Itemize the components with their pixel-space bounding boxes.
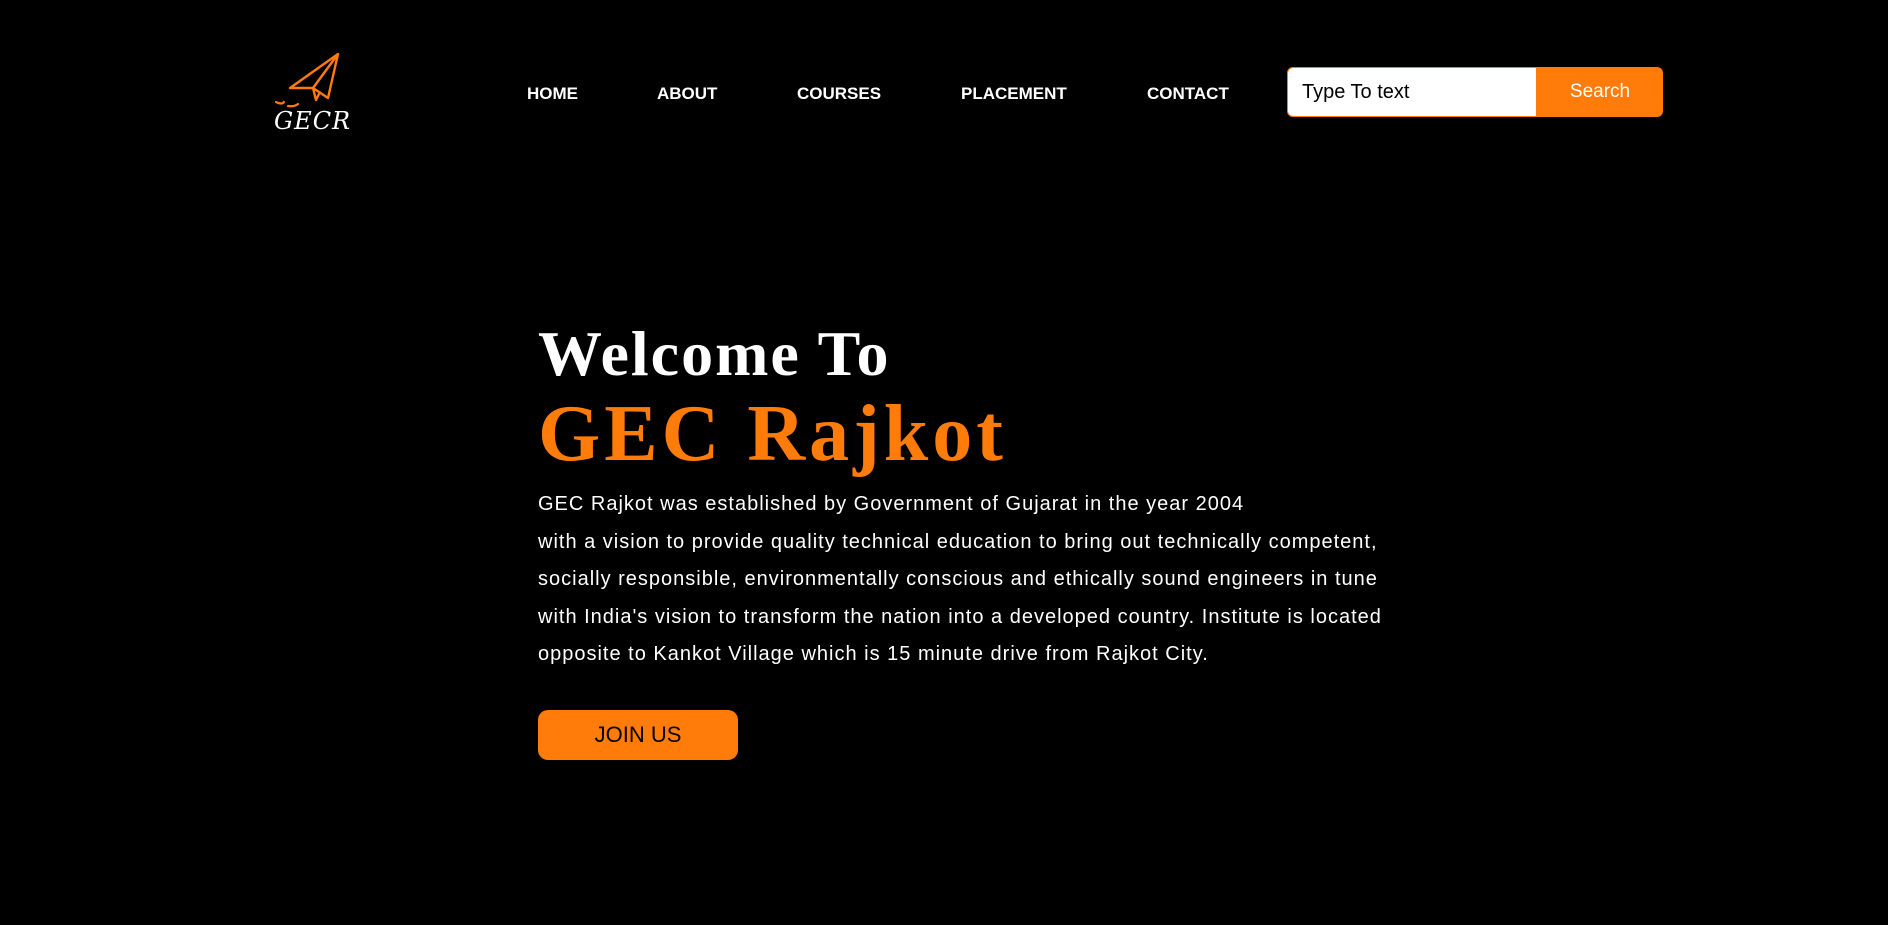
nav-item-placement[interactable]: PLACEMENT (961, 84, 1067, 104)
nav-item-courses[interactable]: COURSES (797, 84, 881, 104)
search-bar: Search (1287, 67, 1663, 117)
search-input[interactable] (1287, 67, 1537, 117)
hero-welcome-heading: Welcome To (538, 318, 891, 389)
hero-description-line: socially responsible, environmentally co… (538, 568, 1378, 590)
hero-college-name: GEC Rajkot (538, 390, 1007, 478)
nav-item-home[interactable]: HOME (527, 84, 578, 104)
hero-description-line: GEC Rajkot was established by Government… (538, 493, 1245, 515)
logo[interactable]: GECR (270, 52, 350, 142)
nav-item-contact[interactable]: CONTACT (1147, 84, 1229, 104)
logo-text: GECR (274, 107, 352, 135)
hero-description: GEC Rajkot was established by Government… (538, 486, 1498, 674)
hero-description-line: opposite to Kankot Village which is 15 m… (538, 643, 1209, 665)
paper-plane-icon (274, 52, 340, 108)
hero-description-line: with India's vision to transform the nat… (538, 605, 1382, 628)
nav-item-about[interactable]: ABOUT (657, 84, 717, 104)
search-button[interactable]: Search (1537, 67, 1663, 117)
hero-description-line: with a vision to provide quality technic… (538, 530, 1378, 553)
hero-section: Welcome To GEC Rajkot GEC Rajkot was est… (538, 318, 1498, 760)
join-us-button[interactable]: JOIN US (538, 709, 738, 760)
